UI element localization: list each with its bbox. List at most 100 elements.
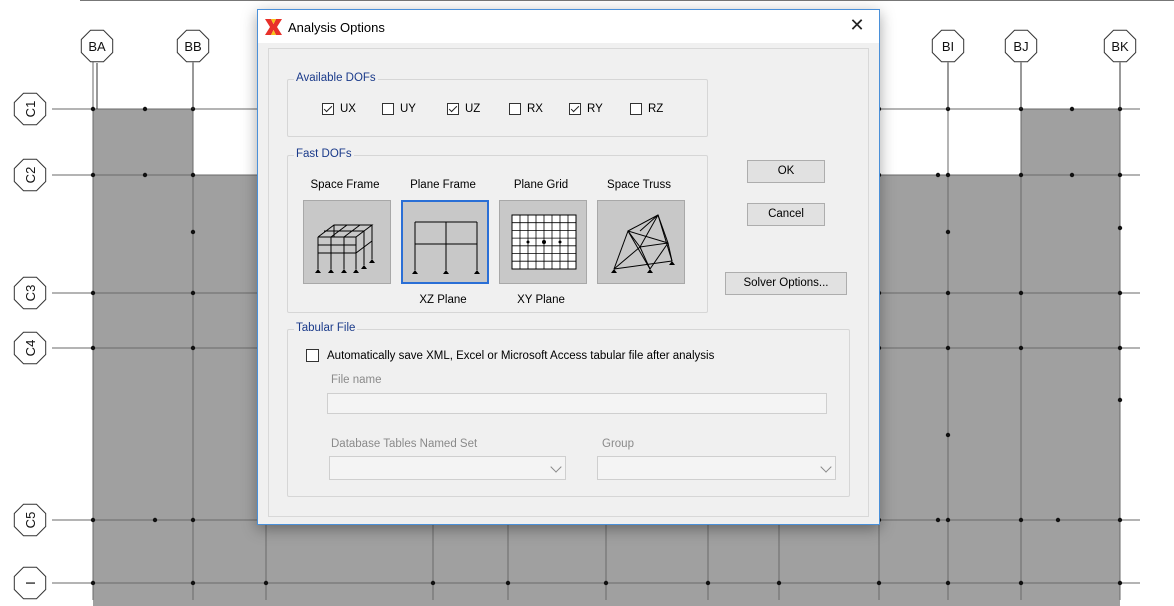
sap-app-icon [265, 19, 282, 35]
group-dropdown[interactable] [597, 456, 836, 480]
checkbox-box[interactable] [382, 103, 394, 115]
joint-point[interactable] [90, 106, 96, 112]
row-tag[interactable]: C1 [13, 92, 47, 126]
joint-point[interactable] [142, 106, 148, 112]
joint-point[interactable] [430, 580, 436, 586]
joint-point[interactable] [1117, 580, 1123, 586]
dialog-titlebar[interactable]: Analysis Options ✕ [258, 10, 879, 43]
column-tag[interactable]: BB [176, 29, 210, 109]
joint-point[interactable] [705, 580, 711, 586]
joint-point[interactable] [1055, 517, 1061, 523]
cancel-button[interactable]: Cancel [747, 203, 825, 226]
joint-point[interactable] [90, 345, 96, 351]
joint-point[interactable] [90, 290, 96, 296]
row-tag[interactable]: C3 [13, 276, 47, 310]
row-tag[interactable]: C5 [13, 503, 47, 537]
joint-point[interactable] [603, 580, 609, 586]
ok-button[interactable]: OK [747, 160, 825, 183]
column-tag[interactable]: BI [931, 29, 965, 109]
joint-point[interactable] [935, 172, 941, 178]
joint-point[interactable] [935, 517, 941, 523]
joint-point[interactable] [1117, 397, 1123, 403]
joint-point[interactable] [945, 229, 951, 235]
joint-point[interactable] [1117, 225, 1123, 231]
space-frame-label: Space Frame [310, 179, 380, 191]
joint-point[interactable] [263, 580, 269, 586]
joint-point[interactable] [505, 580, 511, 586]
dof-rz-checkbox[interactable]: RZ [630, 103, 663, 115]
joint-point[interactable] [190, 172, 196, 178]
joint-point[interactable] [1069, 172, 1075, 178]
checkbox-box[interactable] [630, 103, 642, 115]
slab-panel[interactable] [1021, 109, 1120, 175]
slab-panel[interactable] [93, 109, 193, 175]
row-tag[interactable]: C2 [13, 158, 47, 192]
row-tag[interactable]: C4 [13, 331, 47, 365]
file-name-field[interactable] [327, 393, 827, 414]
joint-point[interactable] [190, 229, 196, 235]
dof-ux-checkbox[interactable]: UX [322, 103, 356, 115]
checkbox-box[interactable] [322, 103, 334, 115]
plane-grid-button[interactable] [499, 200, 587, 284]
joint-point[interactable] [190, 517, 196, 523]
joint-point[interactable] [90, 172, 96, 178]
dof-rz-label: RZ [648, 103, 664, 115]
space-frame-icon [315, 224, 375, 273]
column-tag-label: BB [184, 39, 201, 54]
plane-grid-icon [511, 214, 577, 270]
file-name-label: File name [331, 374, 382, 386]
joint-point[interactable] [1018, 517, 1024, 523]
checkbox-box[interactable] [306, 349, 319, 362]
joint-point[interactable] [945, 290, 951, 296]
joint-point[interactable] [90, 580, 96, 586]
column-tag[interactable]: BK [1103, 29, 1137, 109]
joint-point[interactable] [190, 580, 196, 586]
joint-point[interactable] [190, 345, 196, 351]
close-button[interactable]: ✕ [835, 10, 879, 43]
column-tag-label: BK [1111, 39, 1129, 54]
row-tag-label: C4 [23, 340, 38, 357]
joint-point[interactable] [945, 345, 951, 351]
dof-rx-checkbox[interactable]: RX [509, 103, 543, 115]
joint-point[interactable] [1018, 580, 1024, 586]
auto-save-checkbox[interactable]: Automatically save XML, Excel or Microso… [306, 349, 714, 362]
group-label: Group [602, 438, 634, 450]
space-truss-button[interactable] [597, 200, 685, 284]
named-set-dropdown[interactable] [329, 456, 566, 480]
joint-point[interactable] [776, 580, 782, 586]
column-tag[interactable]: BA [80, 29, 114, 109]
dof-uy-checkbox[interactable]: UY [382, 103, 416, 115]
joint-point[interactable] [1069, 106, 1075, 112]
joint-point[interactable] [152, 517, 158, 523]
joint-point[interactable] [945, 172, 951, 178]
checkbox-box[interactable] [509, 103, 521, 115]
row-tag-label: I [23, 581, 38, 585]
checkbox-box[interactable] [447, 103, 459, 115]
joint-point[interactable] [1117, 290, 1123, 296]
plane-frame-button[interactable] [401, 200, 489, 284]
tabular-file-label: Tabular File [294, 322, 358, 334]
joint-point[interactable] [1117, 172, 1123, 178]
dof-uz-checkbox[interactable]: UZ [447, 103, 480, 115]
joint-point[interactable] [876, 580, 882, 586]
joint-point[interactable] [1018, 345, 1024, 351]
auto-save-label: Automatically save XML, Excel or Microso… [327, 349, 715, 362]
joint-point[interactable] [945, 517, 951, 523]
space-frame-button[interactable] [303, 200, 391, 284]
dof-ry-checkbox[interactable]: RY [569, 103, 603, 115]
joint-point[interactable] [190, 290, 196, 296]
joint-point[interactable] [142, 172, 148, 178]
joint-point[interactable] [945, 580, 951, 586]
chevron-down-icon [820, 461, 832, 473]
joint-point[interactable] [1117, 345, 1123, 351]
joint-point[interactable] [90, 517, 96, 523]
xz-plane-label: XZ Plane [419, 294, 467, 306]
joint-point[interactable] [1117, 517, 1123, 523]
joint-point[interactable] [945, 432, 951, 438]
checkbox-box[interactable] [569, 103, 581, 115]
column-tag[interactable]: BJ [1004, 29, 1038, 109]
solver-options-button[interactable]: Solver Options... [725, 272, 847, 295]
row-tag[interactable]: I [13, 566, 47, 600]
joint-point[interactable] [1018, 172, 1024, 178]
joint-point[interactable] [1018, 290, 1024, 296]
